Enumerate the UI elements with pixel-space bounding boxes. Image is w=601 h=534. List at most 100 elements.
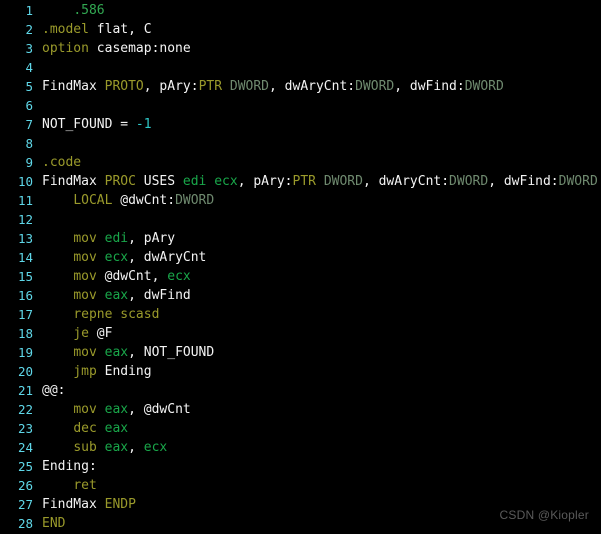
code-line-content[interactable]: repne scasd	[33, 305, 601, 324]
line-number: 20	[17, 364, 33, 379]
code-line-content[interactable]: mov eax, @dwCnt	[33, 400, 601, 419]
code-token-plain: ,	[128, 440, 144, 455]
code-line-content[interactable]: .code	[33, 153, 601, 172]
code-token-register: edi	[182, 174, 207, 189]
code-editor[interactable]: 1 .586 2 .model flat, C 3 option casemap:non…	[0, 0, 601, 534]
line-number: 6	[25, 98, 33, 113]
code-line[interactable]: 6	[0, 96, 601, 115]
code-line-content[interactable]: sub eax, ecx	[33, 438, 601, 457]
line-number: 8	[25, 136, 33, 151]
code-token-plain: , dwFind:	[488, 174, 559, 189]
code-line-content[interactable]: NOT_FOUND = -1	[33, 115, 601, 134]
code-line[interactable]: 16 mov eax, dwFind	[0, 286, 601, 305]
code-token-plain: Ending	[96, 364, 152, 379]
line-number: 5	[25, 79, 33, 94]
code-line[interactable]: 8	[0, 134, 601, 153]
line-number: 26	[17, 478, 33, 493]
code-area[interactable]: 1 .586 2 .model flat, C 3 option casemap:non…	[0, 1, 601, 533]
line-number: 16	[17, 288, 33, 303]
code-token-plain: @dwCnt:	[112, 193, 176, 208]
code-token-keyword: ENDP	[104, 497, 136, 512]
code-token-plain: , dwAryCnt:	[269, 79, 356, 94]
code-token-register: edi	[104, 231, 129, 246]
code-line-content[interactable]: je @F	[33, 324, 601, 343]
code-line[interactable]: 4	[0, 58, 601, 77]
code-token-plain: flat, C	[88, 22, 152, 37]
code-token-keyword: mov	[73, 288, 97, 303]
code-line-content[interactable]: @@:	[33, 381, 601, 400]
code-line[interactable]: 23 dec eax	[0, 419, 601, 438]
line-number: 2	[25, 22, 33, 37]
code-line[interactable]: 7 NOT_FOUND = -1	[0, 115, 601, 134]
line-number: 28	[17, 516, 33, 531]
line-number: 17	[17, 307, 33, 322]
code-line-content[interactable]: ret	[33, 476, 601, 495]
code-line[interactable]: 26 ret	[0, 476, 601, 495]
code-line[interactable]: 14 mov ecx, dwAryCnt	[0, 248, 601, 267]
code-line-content[interactable]: dec eax	[33, 419, 601, 438]
code-token-type: DWORD	[355, 79, 395, 94]
line-number: 7	[25, 117, 33, 132]
code-line[interactable]: 21 @@:	[0, 381, 601, 400]
code-line[interactable]: 3 option casemap:none	[0, 39, 601, 58]
code-line[interactable]: 24 sub eax, ecx	[0, 438, 601, 457]
line-number: 22	[17, 402, 33, 417]
line-number: 12	[17, 212, 33, 227]
code-line-content[interactable]: FindMax PROC USES edi ecx, pAry:PTR DWOR…	[33, 172, 601, 191]
code-line-content[interactable]: Ending:	[33, 457, 601, 476]
code-token-plain: , pAry:	[237, 174, 293, 189]
code-token-register: ecx	[143, 440, 168, 455]
line-number: 1	[25, 3, 33, 18]
code-line-content[interactable]: .586	[33, 1, 601, 20]
line-number: 24	[17, 440, 33, 455]
code-line[interactable]: 12	[0, 210, 601, 229]
code-line[interactable]: 22 mov eax, @dwCnt	[0, 400, 601, 419]
code-line[interactable]: 1 .586	[0, 1, 601, 20]
code-token-keyword: ret	[73, 478, 97, 493]
code-line[interactable]: 10 FindMax PROC USES edi ecx, pAry:PTR DW…	[0, 172, 601, 191]
code-line[interactable]: 2 .model flat, C	[0, 20, 601, 39]
code-token-label: Ending:	[42, 459, 97, 474]
line-number: 14	[17, 250, 33, 265]
code-line-content[interactable]: .model flat, C	[33, 20, 601, 39]
code-token-plain: , pAry	[128, 231, 176, 246]
code-line[interactable]: 17 repne scasd	[0, 305, 601, 324]
code-line[interactable]: 15 mov @dwCnt, ecx	[0, 267, 601, 286]
code-line[interactable]: 9 .code	[0, 153, 601, 172]
code-line-content[interactable]: mov ecx, dwAryCnt	[33, 248, 601, 267]
code-line[interactable]: 18 je @F	[0, 324, 601, 343]
code-line[interactable]: 25 Ending:	[0, 457, 601, 476]
code-token-plain: , pAry:	[143, 79, 199, 94]
code-line-content[interactable]: FindMax PROTO, pAry:PTR DWORD, dwAryCnt:…	[33, 77, 601, 96]
code-token-type: DWORD	[229, 79, 270, 94]
code-line-content[interactable]: LOCAL @dwCnt:DWORD	[33, 191, 601, 210]
line-number: 19	[17, 345, 33, 360]
code-line[interactable]: 5 FindMax PROTO, pAry:PTR DWORD, dwAryCnt…	[0, 77, 601, 96]
code-token-keyword: dec	[73, 421, 97, 436]
code-line[interactable]: 20 jmp Ending	[0, 362, 601, 381]
code-token-register: eax	[104, 288, 129, 303]
code-line-content[interactable]: option casemap:none	[33, 39, 601, 58]
code-line-content[interactable]: mov eax, NOT_FOUND	[33, 343, 601, 362]
code-line-content[interactable]: jmp Ending	[33, 362, 601, 381]
code-line-content[interactable]: mov eax, dwFind	[33, 286, 601, 305]
code-line[interactable]: 19 mov eax, NOT_FOUND	[0, 343, 601, 362]
code-line[interactable]: 13 mov edi, pAry	[0, 229, 601, 248]
code-line-content[interactable]: mov @dwCnt, ecx	[33, 267, 601, 286]
code-token-keyword: .code	[42, 155, 82, 170]
code-token-label: @@:	[42, 383, 66, 398]
code-line-content[interactable]: mov edi, pAry	[33, 229, 601, 248]
line-number: 13	[17, 231, 33, 246]
code-token-plain: , @dwCnt	[128, 402, 191, 417]
code-line[interactable]: 11 LOCAL @dwCnt:DWORD	[0, 191, 601, 210]
